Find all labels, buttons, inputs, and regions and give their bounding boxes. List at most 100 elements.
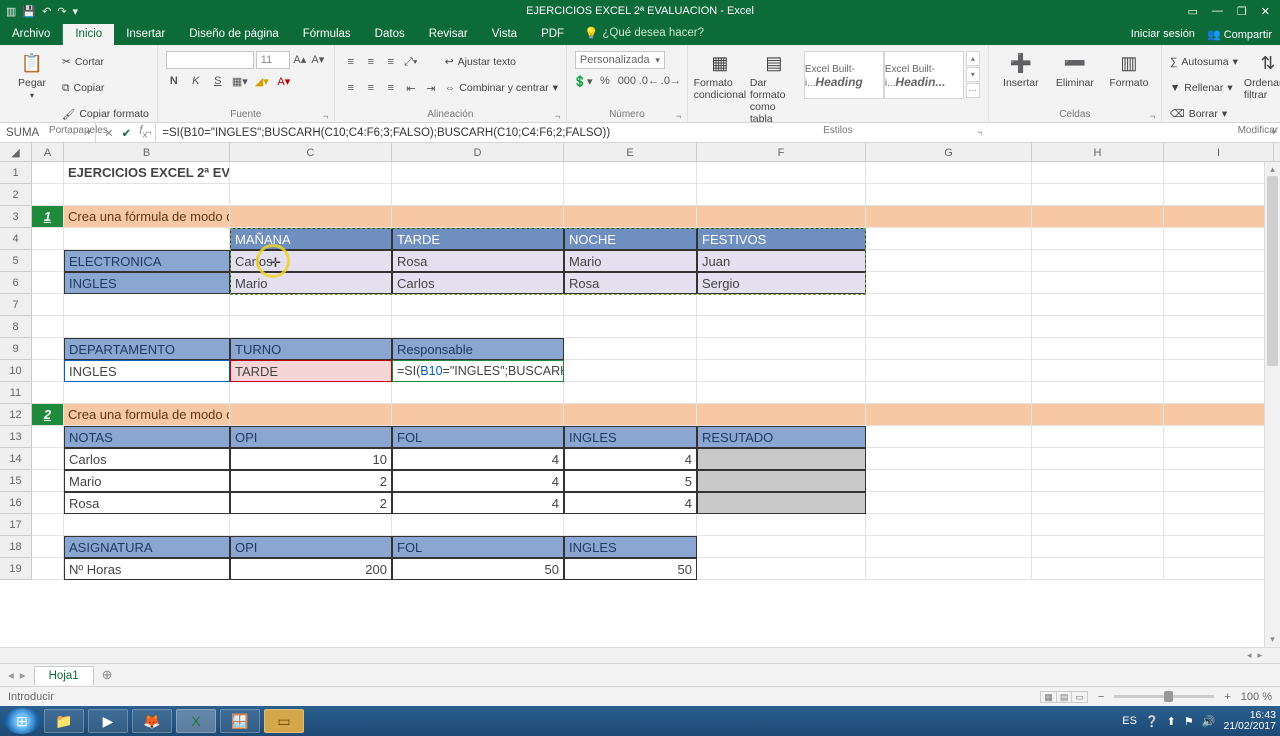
cell[interactable] xyxy=(1164,294,1274,316)
cell[interactable]: INGLES xyxy=(564,536,697,558)
vertical-scrollbar[interactable]: ▴ ▾ xyxy=(1264,162,1280,647)
row-header[interactable]: 9 xyxy=(0,338,32,360)
cell[interactable]: Carlos xyxy=(64,448,230,470)
row-header[interactable]: 1 xyxy=(0,162,32,184)
cell[interactable] xyxy=(1032,470,1164,492)
cell[interactable]: Mario xyxy=(230,272,392,294)
cell[interactable] xyxy=(1032,272,1164,294)
cell[interactable]: Responsable xyxy=(392,338,564,360)
cell[interactable] xyxy=(866,294,1032,316)
cell[interactable] xyxy=(866,514,1032,536)
cell[interactable] xyxy=(230,162,392,184)
cell[interactable] xyxy=(1164,316,1274,338)
row-header[interactable]: 4 xyxy=(0,228,32,250)
dec-decimal-icon[interactable]: .0→ xyxy=(663,73,679,89)
align-bot-icon[interactable]: ≡ xyxy=(383,54,399,70)
cell[interactable] xyxy=(697,316,866,338)
cell[interactable] xyxy=(1164,426,1274,448)
thousands-icon[interactable]: 000 xyxy=(619,73,635,89)
row-header[interactable]: 14 xyxy=(0,448,32,470)
cell[interactable] xyxy=(32,316,64,338)
cell[interactable] xyxy=(1032,558,1164,580)
cell[interactable] xyxy=(1032,448,1164,470)
col-header[interactable]: C xyxy=(230,143,392,162)
bold-button[interactable]: N xyxy=(166,73,182,89)
zoom-in-icon[interactable]: + xyxy=(1224,691,1230,703)
cell[interactable] xyxy=(866,184,1032,206)
cell[interactable]: EJERCICIOS EXCEL 2ª EVALUACION xyxy=(64,162,230,184)
cell[interactable] xyxy=(32,558,64,580)
cell[interactable]: 10 xyxy=(230,448,392,470)
cell[interactable] xyxy=(1032,514,1164,536)
cell[interactable] xyxy=(697,536,866,558)
italic-button[interactable]: K xyxy=(188,73,204,89)
cell[interactable] xyxy=(697,294,866,316)
minimize-icon[interactable]: — xyxy=(1212,5,1223,18)
cell[interactable] xyxy=(564,382,697,404)
cell[interactable]: OPI xyxy=(230,426,392,448)
wrap-text-button[interactable]: ↩Ajustar texto xyxy=(445,51,558,73)
cell[interactable] xyxy=(64,382,230,404)
shrink-font-icon[interactable]: A▾ xyxy=(310,51,326,67)
row-header[interactable]: 11 xyxy=(0,382,32,404)
cell[interactable] xyxy=(697,514,866,536)
cell[interactable] xyxy=(697,382,866,404)
cell[interactable]: DEPARTAMENTO xyxy=(64,338,230,360)
row-header[interactable]: 6 xyxy=(0,272,32,294)
cell[interactable]: 4 xyxy=(392,448,564,470)
cell[interactable] xyxy=(230,184,392,206)
cell[interactable]: NOTAS xyxy=(64,426,230,448)
spreadsheet-grid[interactable]: ◢ A B C D E F G H I 1EJERCICIOS EXCEL 2ª… xyxy=(0,143,1280,647)
scroll-down-icon[interactable]: ▾ xyxy=(1265,634,1280,645)
cell[interactable] xyxy=(1032,294,1164,316)
undo-icon[interactable]: ↶ xyxy=(42,5,51,18)
taskbar-recorder[interactable]: ▭ xyxy=(264,709,304,733)
cell[interactable]: Crea una fórmula de modo que escribiendo… xyxy=(64,206,230,228)
cell[interactable] xyxy=(1164,470,1274,492)
cell[interactable] xyxy=(866,360,1032,382)
cell[interactable] xyxy=(64,228,230,250)
cell[interactable]: TARDE xyxy=(392,228,564,250)
cell[interactable] xyxy=(230,382,392,404)
cell[interactable] xyxy=(866,316,1032,338)
cell[interactable] xyxy=(1032,206,1164,228)
row-header[interactable]: 19 xyxy=(0,558,32,580)
row-header[interactable]: 3 xyxy=(0,206,32,228)
cell[interactable]: Carlos xyxy=(230,250,392,272)
zoom-value[interactable]: 100 % xyxy=(1241,691,1272,703)
cell[interactable] xyxy=(230,404,392,426)
cell[interactable]: FESTIVOS xyxy=(697,228,866,250)
cell[interactable] xyxy=(1164,206,1274,228)
cell[interactable]: 5 xyxy=(564,470,697,492)
cell[interactable] xyxy=(64,514,230,536)
tray-clock[interactable]: 16:4321/02/2017 xyxy=(1223,710,1276,732)
format-painter-button[interactable]: 🖌Copiar formato xyxy=(62,103,149,125)
row-header[interactable]: 8 xyxy=(0,316,32,338)
cell[interactable] xyxy=(564,404,697,426)
cell[interactable]: INGLES xyxy=(64,272,230,294)
horizontal-scrollbar[interactable]: ◂▸ xyxy=(0,647,1280,663)
cell[interactable] xyxy=(392,294,564,316)
cell[interactable] xyxy=(32,360,64,382)
col-header[interactable]: F xyxy=(697,143,866,162)
row-header[interactable]: 2 xyxy=(0,184,32,206)
cond-format-button[interactable]: ▦Formato condicional xyxy=(696,51,744,101)
tab-view[interactable]: Vista xyxy=(480,24,529,45)
cell[interactable]: Mario xyxy=(564,250,697,272)
cell[interactable] xyxy=(866,206,1032,228)
cell[interactable] xyxy=(230,514,392,536)
cell[interactable]: RESUTADO xyxy=(697,426,866,448)
gallery-more-icon[interactable]: ⋯ xyxy=(966,83,980,98)
cell[interactable]: =SI(B10="INGLES";BUSCARH(C10;C4:F6;3;FAL… xyxy=(392,360,564,382)
cell[interactable] xyxy=(866,228,1032,250)
cell[interactable] xyxy=(1164,492,1274,514)
cell[interactable]: MAÑANA xyxy=(230,228,392,250)
cell[interactable]: NOCHE xyxy=(564,228,697,250)
cell[interactable] xyxy=(564,184,697,206)
cell[interactable] xyxy=(697,184,866,206)
tray-flag-icon[interactable]: ⚑ xyxy=(1184,715,1194,728)
redo-icon[interactable]: ↷ xyxy=(57,5,66,18)
cell[interactable] xyxy=(866,448,1032,470)
font-family-select[interactable] xyxy=(166,51,254,69)
start-button[interactable]: ⊞ xyxy=(4,708,40,734)
